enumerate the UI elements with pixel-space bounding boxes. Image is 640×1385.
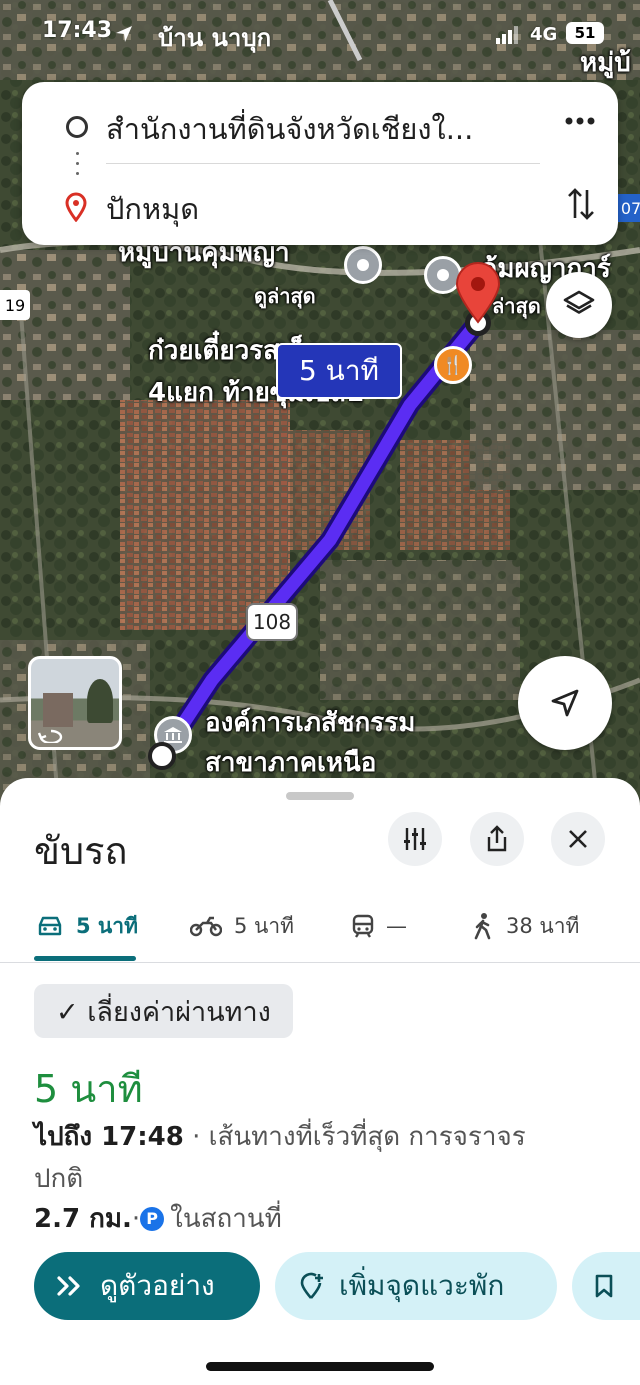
field-divider — [106, 163, 540, 164]
route-distance: 2.7 กม. — [34, 1204, 132, 1234]
tab-drive[interactable]: 5 นาที — [36, 906, 138, 946]
sheet-drag-handle[interactable] — [286, 792, 354, 800]
tab-walk-label: 38 นาที — [506, 913, 580, 938]
location-arrow-icon — [116, 26, 132, 42]
share-button[interactable] — [470, 812, 524, 866]
signal-icon — [496, 26, 518, 44]
origin-field[interactable]: สำนักงานที่ดินจังหวัดเชียงใ... — [106, 106, 473, 152]
destination-field[interactable]: ปักหมุด — [106, 186, 199, 232]
route-summary: ไปถึง 17:48 · เส้นทางที่เร็วที่สุด การจร… — [34, 1116, 594, 1200]
destination-pin-icon[interactable] — [453, 262, 503, 324]
street-view-rotate-icon — [37, 729, 63, 743]
route-duration: 5 นาที — [34, 1067, 143, 1111]
share-icon — [487, 825, 507, 852]
preview-button-label: ดูตัวอย่าง — [100, 1269, 215, 1302]
map-label-village-sub: ดูล่าสุด — [254, 284, 316, 308]
motorcycle-icon — [190, 916, 222, 937]
add-location-icon — [300, 1272, 323, 1299]
tab-motorcycle-label: 5 นาที — [234, 913, 295, 938]
poi-dot-icon — [437, 269, 449, 281]
origin-circle-icon — [66, 116, 88, 138]
arrival-time: ไปถึง 17:48 — [34, 1122, 184, 1152]
map-label-org-line2[interactable]: สาขาภาคเหนือ — [205, 742, 376, 783]
directions-bottom-sheet: ขับรถ 5 นาที 5 นาที — 38 นาที ✓ เลี่ยงค่… — [0, 778, 640, 1385]
distance-parking-row: 2.7 กม. · P ในสถานที่ — [34, 1198, 282, 1239]
navigation-arrow-icon — [551, 689, 579, 717]
transit-icon — [352, 914, 374, 938]
street-view-thumbnail[interactable] — [28, 656, 122, 750]
preview-button[interactable]: ดูตัวอย่าง — [34, 1252, 260, 1320]
add-stop-button[interactable]: เพิ่มจุดแวะพัก — [275, 1252, 557, 1320]
tab-transit-label: — — [386, 914, 407, 938]
close-button[interactable] — [551, 812, 605, 866]
layers-button[interactable] — [546, 272, 612, 338]
home-indicator — [206, 1362, 434, 1371]
status-location-label: บ้าน นาบุก — [158, 24, 272, 52]
destination-pin-small-icon — [65, 192, 87, 222]
road-shield-19: 19 — [0, 290, 30, 320]
building-icon — [164, 727, 182, 743]
tab-drive-label: 5 นาที — [76, 913, 138, 938]
route-dots-icon — [76, 152, 79, 155]
map-view[interactable]: 17:43 บ้าน นาบุก 4G 51 หมู่บ้ หมู่บ้านคุ… — [0, 0, 640, 830]
directions-search-card: สำนักงานที่ดินจังหวัดเชียงใ... ปักหมุด — [22, 82, 618, 245]
tab-walk[interactable]: 38 นาที — [472, 906, 579, 946]
restaurant-icon[interactable]: 🍴 — [434, 346, 472, 384]
network-type: 4G — [530, 24, 558, 45]
swap-vertical-icon[interactable] — [566, 186, 596, 222]
ellipsis-icon[interactable] — [564, 116, 596, 126]
route-duration-badge[interactable]: 5 นาที — [276, 343, 402, 399]
road-shield-07: 07 — [616, 194, 640, 222]
tabs-divider — [0, 962, 640, 963]
sheet-title: ขับรถ — [34, 829, 128, 873]
double-chevron-right-icon — [57, 1276, 80, 1296]
poi-dot-icon — [357, 259, 369, 271]
route-description: · เส้นทางที่เร็วที่สุด การจราจร — [183, 1122, 526, 1152]
route-start-marker[interactable] — [148, 742, 176, 770]
layers-icon — [563, 290, 595, 314]
thumbnail-house — [43, 693, 73, 727]
map-label-village-top: หมู่บ้ — [580, 48, 631, 78]
thumbnail-tree — [87, 679, 113, 723]
tab-transit[interactable]: — — [352, 906, 407, 946]
avoid-tolls-chip[interactable]: ✓ เลี่ยงค่าผ่านทาง — [34, 984, 293, 1038]
parking-icon: P — [140, 1206, 165, 1231]
battery-level: 51 — [574, 24, 596, 42]
close-icon — [569, 830, 587, 848]
walk-icon — [474, 913, 491, 940]
bookmark-icon — [595, 1274, 613, 1298]
parking-label: ในสถานที่ — [170, 1204, 282, 1234]
add-stop-button-label: เพิ่มจุดแวะพัก — [339, 1269, 505, 1302]
save-button[interactable] — [572, 1252, 640, 1320]
tune-icon — [404, 828, 426, 850]
route-options-button[interactable] — [388, 812, 442, 866]
car-icon — [38, 916, 62, 936]
status-time: 17:43 — [42, 18, 113, 43]
map-label-org-line1[interactable]: องค์การเภสัชกรรม — [205, 702, 415, 743]
tab-motorcycle[interactable]: 5 นาที — [190, 906, 294, 946]
traffic-status: ปกติ — [34, 1164, 84, 1194]
recenter-button[interactable] — [518, 656, 612, 750]
battery-icon: 51 — [566, 22, 604, 44]
road-shield-108: 108 — [246, 603, 298, 641]
active-tab-indicator — [34, 956, 136, 961]
poi-pin-village[interactable] — [344, 246, 382, 284]
